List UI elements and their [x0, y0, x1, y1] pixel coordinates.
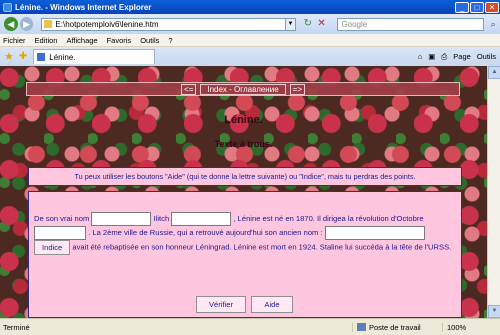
- window-title: Lénine. - Windows Internet Explorer: [15, 2, 152, 12]
- page-icon: [44, 20, 53, 28]
- status-bar: Terminé Poste de travail 100%: [0, 318, 500, 335]
- text-part-3: , Lénine est né en 1870. Il dirigea la r…: [233, 214, 424, 223]
- stop-icon[interactable]: ✕: [316, 18, 328, 30]
- command-bar: ⌂ ▣ ⎙ Page Outils: [412, 52, 500, 62]
- page-content: <= Index - Оглавление => Lénine. Texte à…: [0, 66, 487, 318]
- address-bar[interactable]: E:\hotpotemploiv6\lenine.htm: [41, 17, 287, 31]
- tab-lenine[interactable]: Lénine.: [33, 49, 156, 64]
- instructions-box: Tu peux utiliser les boutons "Aide" (qui…: [28, 167, 462, 186]
- vertical-scrollbar[interactable]: ▲ ▼: [487, 66, 500, 318]
- verifier-button[interactable]: Vérifier: [196, 296, 246, 313]
- computer-icon: [357, 323, 366, 331]
- search-icon[interactable]: ⌕: [486, 18, 500, 31]
- address-dropdown-button[interactable]: ▼: [286, 17, 296, 31]
- page-title: Lénine.: [224, 114, 263, 126]
- page-subtitle: Texte à trous.: [214, 139, 273, 149]
- exercise-panel: De son vrai nom Ilitch , Lénine est né e…: [28, 191, 462, 318]
- address-url[interactable]: E:\hotpotemploiv6\lenine.htm: [55, 20, 158, 29]
- navigation-strip: <= Index - Оглавление =>: [26, 82, 460, 96]
- feeds-icon[interactable]: ▣: [428, 52, 435, 61]
- text-part-1: De son vrai nom: [34, 214, 90, 223]
- menu-bar: Fichier Edition Affichage Favoris Outils…: [0, 34, 500, 47]
- home-icon[interactable]: ⌂: [418, 52, 423, 61]
- maximize-button[interactable]: □: [470, 1, 484, 13]
- zone-label: Poste de travail: [369, 322, 421, 332]
- text-part-2: Ilitch: [153, 214, 170, 223]
- aide-button[interactable]: Aide: [251, 296, 293, 313]
- menu-file[interactable]: Fichier: [3, 36, 26, 45]
- gap-input-4[interactable]: [324, 226, 425, 240]
- gap-input-3[interactable]: [34, 226, 86, 240]
- text-part-5: avait été rebaptisée en son honneur Léni…: [72, 242, 452, 252]
- scroll-up-icon[interactable]: ▲: [488, 66, 500, 79]
- status-text: Terminé: [3, 322, 30, 332]
- menu-favorites[interactable]: Favoris: [107, 36, 132, 45]
- window-title-bar: Lénine. - Windows Internet Explorer _ □ …: [0, 0, 500, 14]
- search-input[interactable]: Google: [337, 17, 485, 31]
- tab-page-icon: [37, 53, 46, 61]
- menu-help[interactable]: ?: [168, 36, 172, 45]
- print-icon[interactable]: ⎙: [441, 52, 447, 62]
- forward-button[interactable]: ▶: [19, 17, 34, 31]
- close-button[interactable]: ✕: [485, 1, 499, 13]
- indice-button[interactable]: Indice: [34, 240, 71, 255]
- exercise-text: De son vrai nom Ilitch , Lénine est né e…: [34, 212, 459, 255]
- menu-tools[interactable]: Outils: [140, 36, 159, 45]
- scroll-down-icon[interactable]: ▼: [488, 305, 500, 318]
- security-zone: Poste de travail: [352, 322, 442, 332]
- favorites-star-icon[interactable]: ★: [4, 50, 14, 63]
- back-button[interactable]: ◀: [4, 17, 18, 31]
- page-menu[interactable]: Page: [453, 52, 471, 61]
- next-button[interactable]: =>: [289, 83, 305, 95]
- text-part-4: . La 2ème ville de Russie, qui a retrouv…: [88, 228, 323, 237]
- prev-button[interactable]: <=: [181, 83, 197, 95]
- zoom-level[interactable]: 100%: [442, 322, 500, 332]
- tools-menu[interactable]: Outils: [477, 52, 496, 61]
- ie-icon: [3, 2, 12, 12]
- tab-row: ★ ✚ Lénine. ⌂ ▣ ⎙ Page Outils: [0, 47, 500, 66]
- address-toolbar: ◀ ▶ E:\hotpotemploiv6\lenine.htm ▼ ↻ ✕ G…: [0, 14, 500, 34]
- gap-input-1[interactable]: [91, 212, 152, 226]
- gap-input-2[interactable]: [171, 212, 232, 226]
- menu-edit[interactable]: Edition: [35, 36, 58, 45]
- add-favorite-icon[interactable]: ✚: [19, 51, 27, 62]
- minimize-button[interactable]: _: [455, 1, 469, 13]
- index-link[interactable]: Index - Оглавление: [200, 83, 286, 95]
- tab-label: Lénine.: [49, 52, 76, 62]
- menu-view[interactable]: Affichage: [66, 36, 97, 45]
- refresh-icon[interactable]: ↻: [302, 18, 314, 30]
